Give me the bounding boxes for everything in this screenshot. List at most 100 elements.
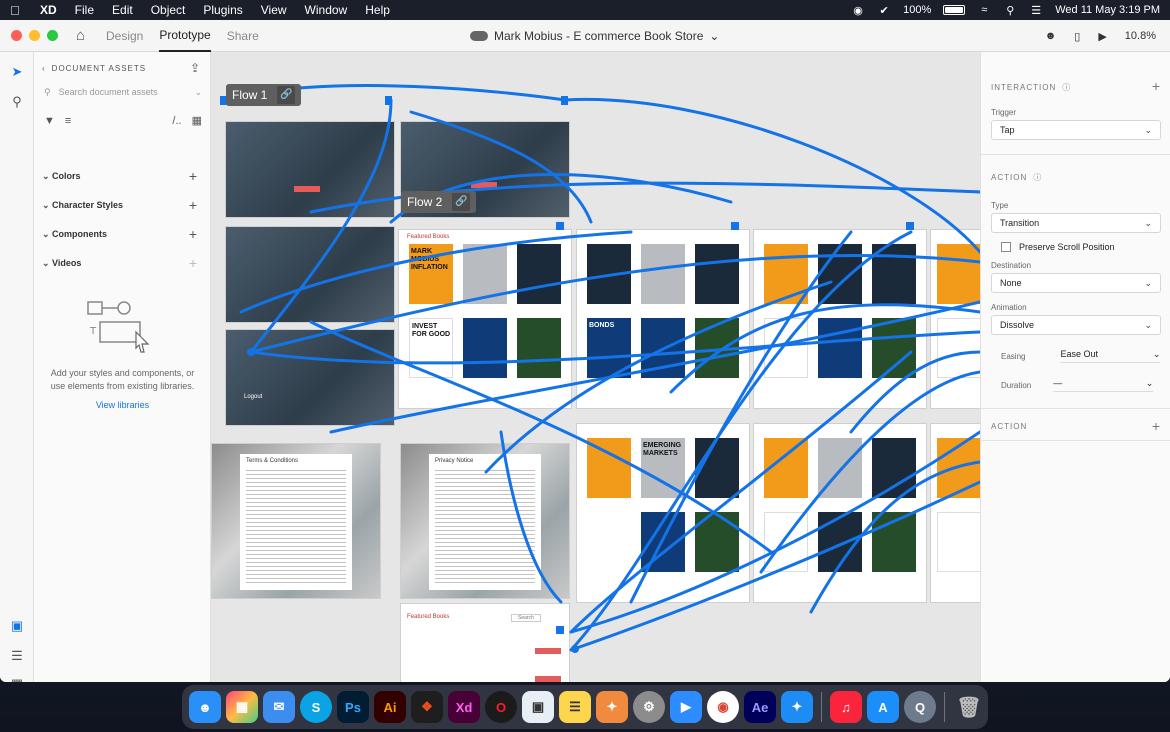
export-icon[interactable]: ⇪ <box>190 61 200 75</box>
animation-select[interactable]: Dissolve ⌄ <box>991 315 1161 335</box>
menu-object[interactable]: Object <box>151 3 186 17</box>
destination-select[interactable]: None ⌄ <box>991 273 1161 293</box>
dock-testflight-icon[interactable]: ✦ <box>781 691 813 723</box>
assets-search[interactable]: ⚲ Search document assets ⌄ <box>44 82 202 102</box>
wire <box>249 98 393 354</box>
add-interaction-button[interactable]: + <box>1152 78 1160 94</box>
app-menu[interactable]: XD <box>40 3 57 17</box>
wifi-icon[interactable]: ≈ <box>977 4 991 16</box>
add-action-button[interactable]: + <box>1152 418 1160 434</box>
menu-view[interactable]: View <box>261 3 287 17</box>
add-character-style-button[interactable]: + <box>189 197 197 213</box>
section-label: Character Styles <box>52 200 124 210</box>
checkbox-box[interactable] <box>1001 242 1011 252</box>
info-icon[interactable]: ⓘ <box>1062 82 1071 93</box>
section-videos[interactable]: ⌄ Videos + <box>42 255 197 271</box>
filter-icon[interactable]: ▼ <box>44 115 55 127</box>
spotlight-search-icon[interactable]: ⚲ <box>1003 4 1017 17</box>
menu-edit[interactable]: Edit <box>112 3 133 17</box>
duration-select[interactable]: — ⌄ <box>1053 378 1154 392</box>
prototype-canvas[interactable]: Logout Featured Books MARK MOBIUS INFLAT… <box>211 52 980 682</box>
clock[interactable]: Wed 11 May 3:19 PM <box>1055 4 1160 16</box>
dock-trash-icon[interactable]: 🗑 <box>953 691 985 723</box>
play-preview-icon[interactable]: ▶ <box>1098 30 1106 43</box>
dock-app-store-icon[interactable]: A <box>867 691 899 723</box>
search-input[interactable]: Search document assets <box>59 87 158 97</box>
dock-mail-icon[interactable]: ✉ <box>263 691 295 723</box>
document-title-area[interactable]: Mark Mobius - E commerce Book Store ⌄ <box>470 20 719 52</box>
select-tool-icon[interactable]: ➤ <box>9 64 25 80</box>
type-select[interactable]: Transition ⌄ <box>991 213 1161 233</box>
wire <box>484 280 833 474</box>
checkmark-icon[interactable]: ✔ <box>877 4 891 17</box>
tab-prototype[interactable]: Prototype <box>159 20 211 52</box>
flow-2-tag[interactable]: Flow 2 🔗 <box>401 191 477 213</box>
chevron-left-icon[interactable]: ‹ <box>42 64 46 73</box>
dock-chrome-icon[interactable]: ◉ <box>707 691 739 723</box>
dock-skype-icon[interactable]: S <box>300 691 332 723</box>
tab-design[interactable]: Design <box>106 29 143 43</box>
easing-select[interactable]: Ease Out ⌄ <box>1060 349 1161 363</box>
preserve-scroll-checkbox[interactable]: Preserve Scroll Position <box>1001 242 1115 252</box>
dock-swift-icon[interactable]: ✦ <box>596 691 628 723</box>
minimize-window-button[interactable] <box>29 30 40 41</box>
chevron-down-icon[interactable]: ⌄ <box>194 87 202 98</box>
layers-icon[interactable]: ☰ <box>9 648 25 664</box>
dock-xd-icon[interactable]: Xd <box>448 691 480 723</box>
apple-icon[interactable]:  <box>10 3 24 18</box>
menu-window[interactable]: Window <box>305 3 348 17</box>
list-view-icon[interactable]: /.. <box>172 115 181 127</box>
menu-plugins[interactable]: Plugins <box>203 3 242 17</box>
duration-row[interactable]: Duration — ⌄ <box>1001 378 1161 392</box>
dock-zoom-icon[interactable]: ▶ <box>670 691 702 723</box>
dock-settings-icon[interactable]: ⚙ <box>633 691 665 723</box>
dock-opera-icon[interactable]: O <box>485 691 517 723</box>
trigger-value: Tap <box>1000 125 1015 135</box>
close-window-button[interactable] <box>11 30 22 41</box>
zoom-tool-icon[interactable]: ⚲ <box>9 94 25 110</box>
tool-strip: ➤ ⚲ ▣ ☰ ▦ <box>0 52 34 682</box>
dock-quicktime-icon[interactable]: Q <box>904 691 936 723</box>
view-libraries-link[interactable]: View libraries <box>44 400 201 410</box>
flow-2-label: Flow 2 <box>407 195 443 209</box>
document-assets-icon[interactable]: ▣ <box>9 618 25 634</box>
tab-share[interactable]: Share <box>227 29 259 43</box>
zoom-window-button[interactable] <box>47 30 58 41</box>
section-components[interactable]: ⌄ Components + <box>42 226 197 242</box>
dock-launchpad-icon[interactable]: ▦ <box>226 691 258 723</box>
dock-finder-icon[interactable]: ☻ <box>189 691 221 723</box>
flow-1-tag[interactable]: Flow 1 🔗 <box>226 84 302 106</box>
home-icon[interactable]: ⌂ <box>76 27 92 44</box>
plugins-icon[interactable]: ▦ <box>9 676 25 682</box>
battery-icon[interactable] <box>943 5 966 15</box>
easing-row[interactable]: Easing Ease Out ⌄ <box>1001 349 1161 363</box>
dock-after-effects-icon[interactable]: Ae <box>744 691 776 723</box>
dock-figma-icon[interactable]: ❖ <box>411 691 443 723</box>
dock-photoshop-icon[interactable]: Ps <box>337 691 369 723</box>
link-icon[interactable]: 🔗 <box>277 86 296 104</box>
info-icon[interactable]: ⓘ <box>1033 172 1042 183</box>
dock-music-icon[interactable]: ♫ <box>830 691 862 723</box>
section-character-styles[interactable]: ⌄ Character Styles + <box>42 197 197 213</box>
section-colors[interactable]: ⌄ Colors + <box>42 168 197 184</box>
control-center-icon[interactable]: ☰ <box>1029 4 1043 17</box>
add-color-button[interactable]: + <box>189 168 197 184</box>
grid-view-icon[interactable]: ▦ <box>192 114 202 127</box>
add-video-button[interactable]: + <box>189 255 197 271</box>
add-component-button[interactable]: + <box>189 226 197 242</box>
device-preview-icon[interactable]: ▯ <box>1074 30 1080 43</box>
sort-icon[interactable]: ≡ <box>65 115 71 127</box>
dock-notes-icon[interactable]: ☰ <box>559 691 591 723</box>
interaction-heading: INTERACTION ⓘ <box>991 82 1071 93</box>
dock-preview-icon[interactable]: ▣ <box>522 691 554 723</box>
creative-cloud-icon[interactable]: ◉ <box>851 4 865 17</box>
trigger-select[interactable]: Tap ⌄ <box>991 120 1161 140</box>
share-user-icon[interactable]: ☻ <box>1045 30 1057 42</box>
menu-help[interactable]: Help <box>365 3 390 17</box>
zoom-level[interactable]: 10.8% <box>1125 30 1156 42</box>
menu-file[interactable]: File <box>75 3 94 17</box>
wire-handle <box>561 96 568 105</box>
dock-illustrator-icon[interactable]: Ai <box>374 691 406 723</box>
link-icon[interactable]: 🔗 <box>452 193 471 211</box>
wire-handle <box>556 222 564 230</box>
